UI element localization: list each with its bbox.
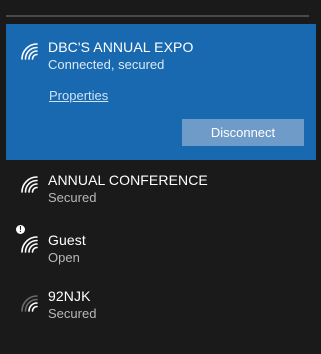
top-divider: [6, 15, 309, 17]
network-name: 92NJK: [48, 288, 91, 304]
network-status: Open: [48, 250, 80, 265]
wifi-signal-icon: [21, 43, 38, 60]
wifi-flyout-panel: DBC'S ANNUAL EXPO Connected, secured Pro…: [0, 0, 321, 354]
network-status-connected: Connected, secured: [48, 57, 165, 72]
properties-link[interactable]: Properties: [49, 88, 108, 103]
network-name: Guest: [48, 232, 86, 248]
network-name-connected: DBC'S ANNUAL EXPO: [48, 39, 194, 55]
wifi-open-warning-icon: [21, 236, 38, 253]
network-status: Secured: [48, 190, 97, 205]
warning-badge-icon: !: [16, 225, 25, 234]
disconnect-button[interactable]: Disconnect: [182, 119, 304, 146]
network-name: ANNUAL CONFERENCE: [48, 172, 208, 188]
network-status: Secured: [48, 306, 97, 321]
wifi-signal-icon: [21, 295, 38, 312]
wifi-signal-icon: [21, 176, 38, 193]
